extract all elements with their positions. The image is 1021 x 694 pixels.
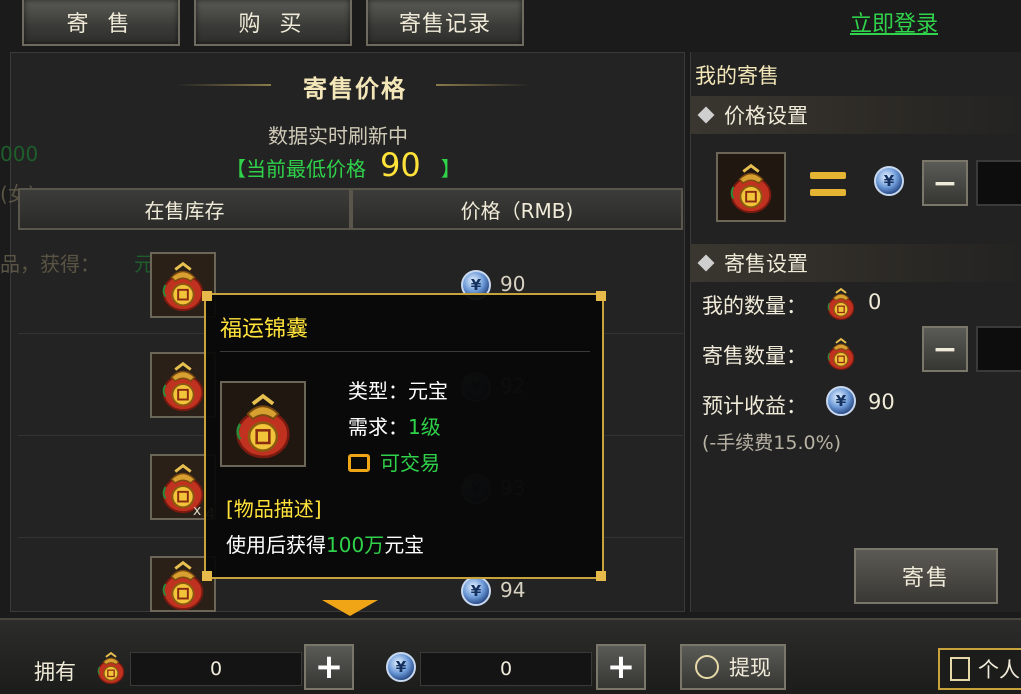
owned-item-count: 0 <box>130 652 302 686</box>
consignment-window: 寄 售 购 买 寄售记录 立即登录 000 (女) 品，获得： 元宝 寄售价格 … <box>0 0 1021 694</box>
estimated-income-label: 预计收益： <box>702 394 807 418</box>
tooltip-desc-prefix: 使用后获得 <box>226 533 326 557</box>
sale-settings-label: 寄售设置 <box>724 252 808 276</box>
tab-consign[interactable]: 寄 售 <box>22 0 180 46</box>
tooltip-desc-title: [物品描述] <box>226 497 322 521</box>
lowest-price-prefix: 【当前最低价格 <box>226 157 366 181</box>
add-item-button[interactable]: + <box>304 644 354 690</box>
person-icon <box>950 657 970 681</box>
lucky-bag-icon <box>822 284 860 322</box>
estimated-income-value: 90 <box>868 390 895 414</box>
tooltip-requirement: 需求：1级 <box>348 411 441 440</box>
equals-icon <box>810 172 846 198</box>
tooltip-type: 类型：元宝 <box>348 375 448 404</box>
tooltip-corner <box>596 291 606 301</box>
lowest-price: 【当前最低价格 90 】 <box>226 146 461 184</box>
refresh-status: 数据实时刷新中 <box>268 124 408 148</box>
tooltip-req-label: 需求： <box>348 415 408 439</box>
tooltip-item-name: 福运锦囊 <box>220 317 309 342</box>
sale-quantity-label: 寄售数量： <box>702 344 807 368</box>
add-coin-button[interactable]: + <box>596 644 646 690</box>
my-quantity-value: 0 <box>868 290 882 314</box>
withdraw-label: 提现 <box>729 656 771 680</box>
tooltip-tradable-label: 可交易 <box>380 451 440 475</box>
column-header-stock: 在售库存 <box>18 188 351 230</box>
partial-qty-mark: x <box>193 503 202 519</box>
price-settings-label: 价格设置 <box>724 104 808 128</box>
tooltip-desc-suffix: 元宝 <box>384 533 425 557</box>
own-label: 拥有 <box>34 660 76 684</box>
ghost-text-1: 000 <box>0 142 39 166</box>
price-input[interactable] <box>976 160 1021 206</box>
rmb-coin-icon: ¥ <box>386 652 416 682</box>
tooltip-desc-amount: 100万 <box>326 533 385 557</box>
withdraw-button[interactable]: 提现 <box>680 644 786 690</box>
rmb-coin-icon: ¥ <box>826 386 856 416</box>
tooltip-type-value: 元宝 <box>408 379 448 403</box>
tooltip-tradable: 可交易 <box>348 447 440 476</box>
diamond-bullet-icon <box>697 254 715 272</box>
tooltip-item-slot <box>220 381 306 467</box>
rmb-coin-icon: ¥ <box>461 576 491 606</box>
tab-buy[interactable]: 购 买 <box>194 0 352 46</box>
login-link[interactable]: 立即登录 <box>850 6 938 38</box>
quantity-minus-button[interactable]: − <box>922 326 968 372</box>
sale-settings-header: 寄售设置 <box>690 244 1021 282</box>
sale-item-slot[interactable] <box>716 152 786 222</box>
lowest-price-value: 90 <box>380 146 421 184</box>
listing-price: 94 <box>500 578 526 602</box>
withdraw-icon <box>695 655 719 679</box>
market-title: 寄售价格 <box>303 74 407 103</box>
tooltip-corner <box>596 571 606 581</box>
diamond-bullet-icon <box>697 106 715 124</box>
lucky-bag-icon <box>822 334 860 372</box>
market-title-row: 寄售价格 <box>180 68 530 104</box>
my-sale-panel <box>690 52 1021 612</box>
lucky-bag-icon <box>225 386 301 462</box>
personal-label: 个人 <box>978 658 1020 682</box>
trade-cycle-icon <box>348 454 370 472</box>
personal-button[interactable]: 个人 <box>938 648 1021 690</box>
lucky-bag-icon <box>92 648 130 686</box>
rmb-coin-icon: ¥ <box>874 166 904 196</box>
tooltip-corner <box>202 571 212 581</box>
my-sale-title: 我的寄售 <box>695 64 779 88</box>
price-settings-header: 价格设置 <box>690 96 1021 134</box>
tab-consign-records[interactable]: 寄售记录 <box>366 0 524 46</box>
owned-coin-count: 0 <box>420 652 592 686</box>
lowest-price-suffix: 】 <box>440 157 461 181</box>
my-quantity-label: 我的数量： <box>702 294 807 318</box>
scroll-down-arrow-icon[interactable] <box>322 600 378 616</box>
tooltip-type-label: 类型： <box>348 379 408 403</box>
tooltip-corner <box>202 291 212 301</box>
lucky-bag-icon <box>722 158 780 216</box>
tooltip-req-value: 1级 <box>408 415 441 439</box>
column-header-price: 价格（RMB) <box>351 188 683 230</box>
fee-note: (-手续费15.0%) <box>702 432 842 454</box>
consign-button[interactable]: 寄售 <box>854 548 998 604</box>
tooltip-description: 使用后获得100万元宝 <box>226 529 424 558</box>
sale-quantity-input[interactable] <box>976 326 1021 372</box>
item-tooltip: 福运锦囊 类型：元宝 需求：1级 可交易 [物品描述] 使用后获得100万元宝 <box>202 291 606 581</box>
tooltip-divider <box>220 351 590 352</box>
price-minus-button[interactable]: − <box>922 160 968 206</box>
